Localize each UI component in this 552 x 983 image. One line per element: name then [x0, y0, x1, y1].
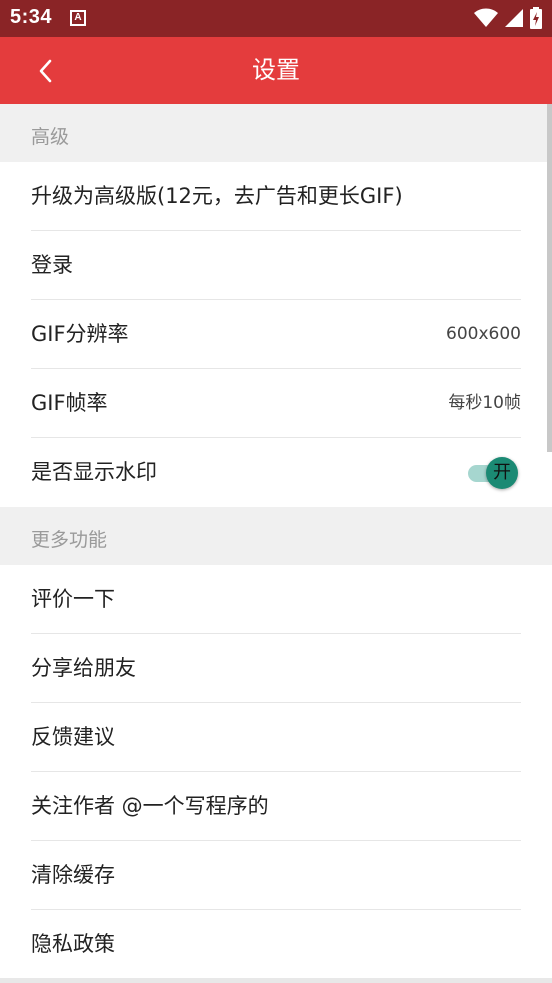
page-title: 设置 — [252, 56, 300, 84]
gif-resolution-item[interactable]: GIF分辨率 600x600 — [0, 300, 552, 369]
clear-cache-item[interactable]: 清除缓存 — [0, 841, 552, 910]
app-bar: 设置 — [0, 37, 552, 104]
row-label: 反馈建议 — [31, 725, 115, 749]
gif-framerate-value: 每秒10帧 — [448, 393, 521, 413]
status-time: 5:34 — [10, 6, 53, 28]
chevron-left-icon — [39, 59, 52, 83]
row-label: GIF帧率 — [31, 391, 108, 415]
row-label: 清除缓存 — [31, 863, 115, 887]
row-label: 分享给朋友 — [31, 656, 136, 680]
login-item[interactable]: 登录 — [0, 231, 552, 300]
follow-author-item[interactable]: 关注作者 @一个写程序的 — [0, 772, 552, 841]
gif-framerate-item[interactable]: GIF帧率 每秒10帧 — [0, 369, 552, 438]
back-button[interactable] — [24, 49, 68, 93]
row-label: 升级为高级版(12元，去广告和更长GIF) — [31, 184, 403, 208]
row-label: 登录 — [31, 253, 73, 277]
row-label: 关注作者 @一个写程序的 — [31, 794, 269, 818]
row-label: GIF分辨率 — [31, 322, 129, 346]
row-label: 隐私政策 — [31, 932, 115, 956]
scrollbar[interactable] — [547, 104, 552, 452]
status-icons — [474, 7, 542, 29]
gif-resolution-value: 600x600 — [446, 324, 521, 344]
toggle-thumb: 开 — [486, 457, 518, 489]
wifi-icon — [474, 8, 498, 27]
settings-list[interactable]: 高级 升级为高级版(12元，去广告和更长GIF) 登录 GIF分辨率 600x6… — [0, 104, 552, 983]
row-label: 是否显示水印 — [31, 460, 157, 484]
watermark-toggle[interactable]: 开 — [466, 457, 518, 489]
bottom-strip — [0, 978, 552, 983]
upgrade-premium-item[interactable]: 升级为高级版(12元，去广告和更长GIF) — [0, 162, 552, 231]
section-header-more-features: 更多功能 — [0, 507, 552, 565]
signal-icon — [505, 9, 523, 27]
status-bar: 5:34 A — [0, 0, 552, 37]
row-label: 评价一下 — [31, 587, 115, 611]
feedback-item[interactable]: 反馈建议 — [0, 703, 552, 772]
section-header-advanced: 高级 — [0, 104, 552, 162]
privacy-policy-item[interactable]: 隐私政策 — [0, 910, 552, 979]
battery-charging-icon — [530, 7, 542, 29]
notification-app-icon: A — [70, 10, 86, 26]
watermark-item[interactable]: 是否显示水印 开 — [0, 438, 552, 507]
rate-app-item[interactable]: 评价一下 — [0, 565, 552, 634]
share-friends-item[interactable]: 分享给朋友 — [0, 634, 552, 703]
